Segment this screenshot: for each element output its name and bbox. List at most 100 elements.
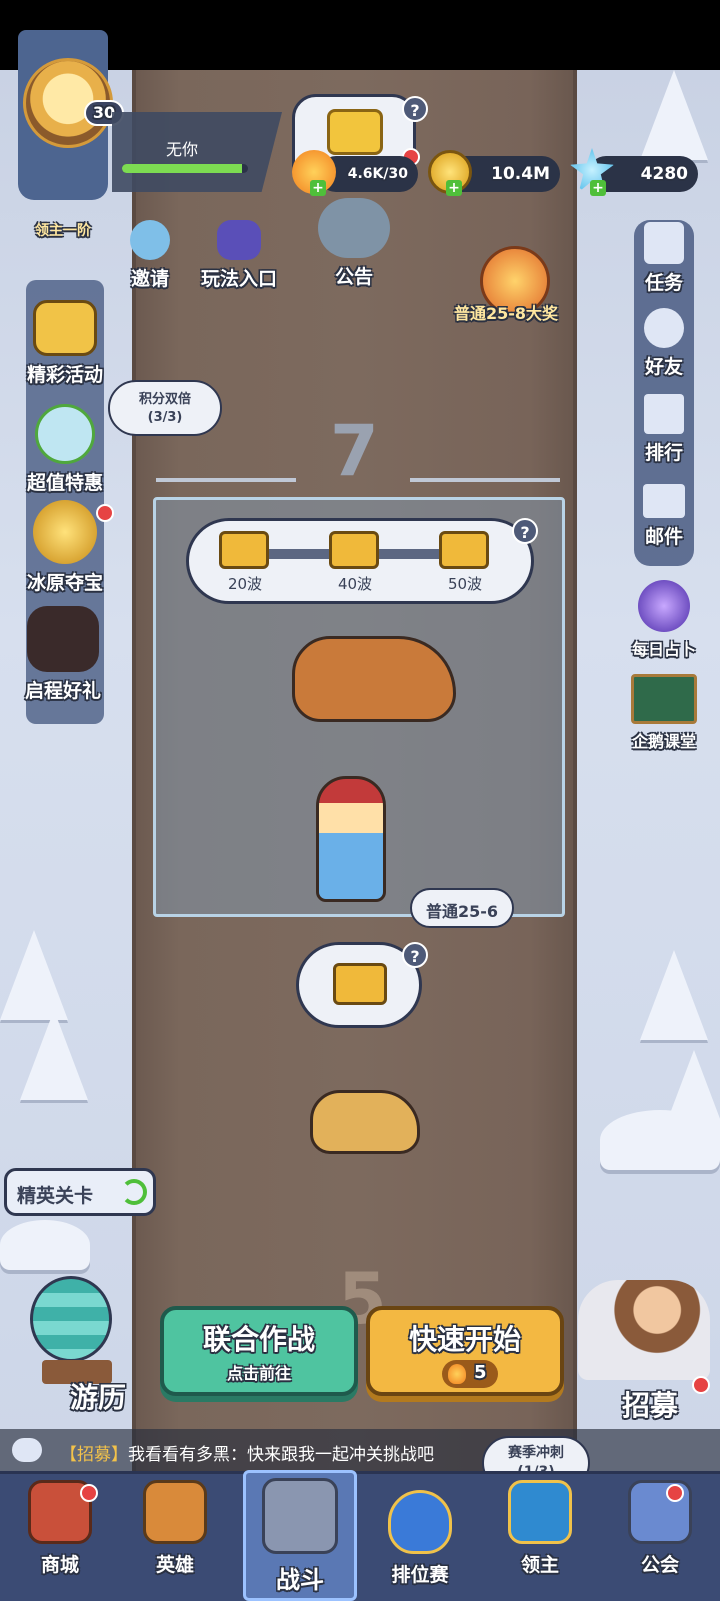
checklist-icon (644, 222, 684, 264)
stage-number-top: 7 (330, 410, 379, 492)
travel-label[interactable]: 游历 (70, 1376, 126, 1416)
events-button[interactable]: 精彩活动 (12, 300, 118, 387)
wave-label: 40波 (337, 575, 373, 593)
help-icon[interactable]: ? (512, 518, 538, 544)
wave-label: 20波 (227, 575, 263, 593)
right-menu-label: 任务 (644, 272, 683, 294)
add-stamina-button[interactable]: + (310, 180, 326, 196)
mail-icon (643, 484, 685, 518)
double-points-bubble[interactable]: 积分双倍 (3/3) (108, 380, 222, 436)
coop-title: 联合作战 (202, 1323, 315, 1356)
right-menu-label: 邮件 (644, 526, 683, 548)
notification-dot (96, 504, 114, 522)
snow-tree (640, 950, 708, 1040)
treasure-chest-icon (33, 300, 97, 356)
divider (156, 478, 296, 482)
recruit-label[interactable]: 招募 (622, 1384, 678, 1424)
invite-button[interactable]: 邀请 (122, 220, 178, 291)
nav-label: 领主 (520, 1554, 559, 1576)
nav-label: 公会 (640, 1554, 679, 1576)
status-bar (0, 0, 720, 70)
clover-coin-icon (33, 500, 97, 564)
snow-tree (640, 70, 708, 160)
tasks-button[interactable]: 任务 (630, 222, 698, 295)
double-points-count: (3/3) (147, 410, 183, 425)
daily-fortune-button[interactable]: 每日占卜 (616, 580, 712, 660)
chat-message: 【招募】我看看有多黑：快来跟我一起冲关挑战吧 (60, 1440, 434, 1465)
snow-mound (600, 1110, 720, 1170)
nav-label: 战斗 (276, 1566, 324, 1594)
hero-queen-icon (316, 776, 386, 902)
xp-bar-fill (122, 164, 242, 173)
nav-ranked[interactable]: 排位赛 (365, 1490, 475, 1587)
left-menu-label: 冰原夺宝 (26, 572, 103, 594)
nav-battle[interactable]: 战斗 (245, 1478, 355, 1595)
nav-label: 英雄 (155, 1554, 194, 1576)
snow-tree (20, 1010, 88, 1100)
chat-body: 我看看有多黑：快来跟我一起冲关挑战吧 (128, 1445, 434, 1465)
gameplay-label: 玩法入口 (200, 268, 277, 290)
announcement-button[interactable]: 公告 (302, 198, 406, 289)
current-stage-label: 普通25-6 (425, 902, 499, 921)
quick-start-button[interactable]: 快速开始 5 (366, 1306, 564, 1396)
clock-icon (35, 404, 95, 464)
wave-rewards-bubble[interactable]: 20波 40波 50波 (186, 518, 534, 604)
recruiter-npc-icon (578, 1280, 710, 1380)
player-rank: 领主一阶 (35, 223, 91, 239)
penguin-icon (130, 220, 170, 260)
chalkboard-icon (631, 674, 697, 724)
dragon-icon (27, 606, 99, 672)
nav-heroes[interactable]: 英雄 (120, 1480, 230, 1577)
notification-dot (692, 1376, 710, 1394)
hot-air-balloon-icon (30, 1276, 112, 1362)
right-menu-label: 企鹅课堂 (631, 732, 696, 751)
banner-icon (508, 1480, 572, 1544)
quick-start-cost: 5 (474, 1362, 487, 1383)
chest-icon (439, 531, 489, 569)
coop-subtitle: 点击前往 (226, 1364, 291, 1383)
left-menu-label: 精彩活动 (26, 364, 103, 386)
starter-gift-button[interactable]: 启程好礼 (8, 606, 118, 703)
friends-button[interactable]: 好友 (630, 308, 698, 379)
reward-badge-label: 普通25-8大奖 (454, 304, 559, 323)
left-menu-label: 超值特惠 (26, 472, 103, 494)
announcement-label: 公告 (334, 266, 373, 288)
refresh-icon (121, 1179, 147, 1205)
podium-icon (644, 394, 684, 434)
snow-mound (0, 1220, 90, 1270)
crystal-ball-icon (638, 580, 690, 632)
shield-icon (388, 1490, 452, 1554)
right-menu-label: 好友 (644, 356, 683, 378)
sabertooth-tiger-icon (310, 1090, 420, 1154)
right-menu-label: 排行 (644, 442, 683, 464)
nav-shop[interactable]: 商城 (5, 1480, 115, 1577)
help-icon[interactable]: ? (402, 942, 428, 968)
chat-icon[interactable] (12, 1438, 42, 1462)
special-offer-button[interactable]: 超值特惠 (12, 404, 118, 495)
key-icon (327, 109, 383, 155)
invite-label: 邀请 (130, 268, 169, 290)
sabertooth-boss-icon (292, 636, 456, 722)
add-gold-button[interactable]: + (446, 180, 462, 196)
coop-battle-button[interactable]: 联合作战 点击前往 (160, 1306, 358, 1396)
gamepad-icon (217, 220, 261, 260)
ranking-button[interactable]: 排行 (630, 394, 698, 465)
chest-icon (333, 963, 387, 1005)
notification-dot (666, 1484, 684, 1502)
help-icon[interactable]: ? (402, 96, 428, 122)
xp-bar (122, 164, 248, 173)
double-points-title: 积分双倍 (138, 392, 191, 407)
sword-icon (262, 1478, 338, 1554)
nav-guild[interactable]: 公会 (605, 1480, 715, 1577)
right-menu-label: 每日占卜 (631, 640, 696, 659)
hero-card-icon (143, 1480, 207, 1544)
divider (410, 478, 560, 482)
nav-lord[interactable]: 领主 (485, 1480, 595, 1577)
gameplay-entry-button[interactable]: 玩法入口 (196, 220, 282, 291)
elite-stage-button[interactable]: 精英关卡 (4, 1168, 156, 1216)
current-stage-tag: 普通25-6 (410, 888, 514, 928)
add-gem-button[interactable]: + (590, 180, 606, 196)
wave-label: 50波 (447, 575, 483, 593)
penguin-class-button[interactable]: 企鹅课堂 (616, 674, 712, 752)
mail-button[interactable]: 邮件 (630, 484, 698, 549)
